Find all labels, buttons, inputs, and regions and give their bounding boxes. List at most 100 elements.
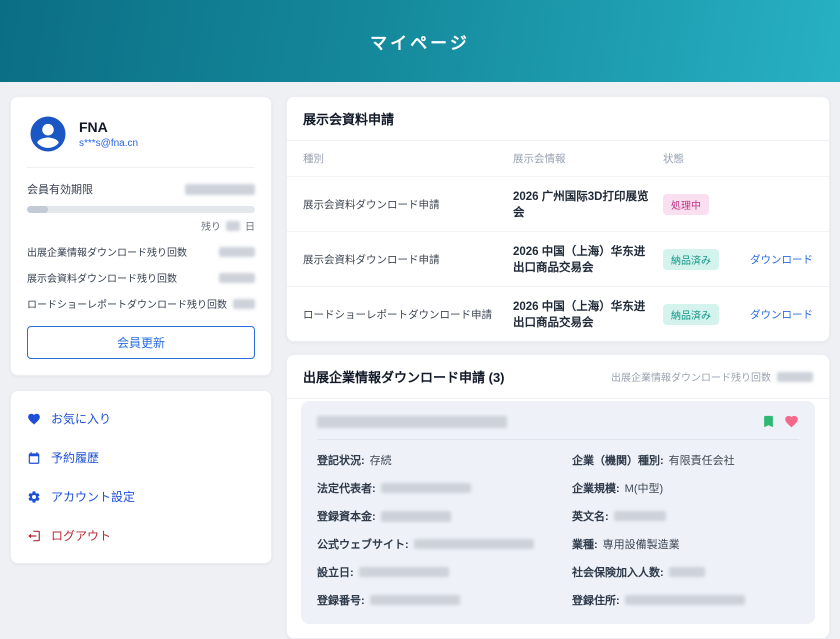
table-row: ロードショーレポートダウンロード申請 2026 中国（上海）华东进出口商品交易会… — [287, 287, 829, 341]
company-field: 設立日: — [317, 564, 544, 580]
menu-item-favorites[interactable]: お気に入り — [27, 399, 255, 438]
status-cell: 納品済み ダウンロード — [663, 304, 813, 325]
expo-name: 2026 广州国际3D打印展览会 — [513, 188, 653, 220]
company-field: 登記状況: 存続 — [317, 452, 544, 468]
field-value: 有限責任会社 — [669, 452, 735, 468]
company-fields: 登記状況: 存続 法定代表者: 登録資本金: 公式ウェブサイト: — [317, 440, 799, 608]
redacted-remaining-days — [226, 221, 240, 231]
profile-header: FNA s***s@fna.cn — [27, 113, 255, 168]
user-name: FNA — [79, 119, 138, 135]
company-field: 企業（機関）種別: 有限責任会社 — [572, 452, 799, 468]
menu-item-label: 予約履歴 — [51, 449, 99, 466]
counter-row: ロードショーレポートダウンロード残り回数 — [27, 296, 255, 311]
redacted-counter-value — [219, 247, 255, 257]
column-header-status: 状態 — [663, 151, 813, 166]
application-type: 展示会資料ダウンロード申請 — [303, 197, 503, 212]
company-field: 公式ウェブサイト: — [317, 536, 544, 552]
redacted-field-value — [614, 511, 666, 521]
download-link[interactable]: ダウンロード — [750, 252, 813, 267]
status-cell: 納品済み ダウンロード — [663, 249, 813, 270]
user-email: s***s@fna.cn — [79, 138, 138, 149]
membership-label: 会員有効期限 — [27, 181, 93, 197]
company-fields-left: 登記状況: 存続 法定代表者: 登録資本金: 公式ウェブサイト: — [317, 440, 544, 608]
company-field: 登録番号: — [317, 592, 544, 608]
user-avatar-icon — [27, 113, 69, 155]
redacted-counter-value — [219, 273, 255, 283]
calendar-icon — [27, 451, 41, 465]
company-field: 業種: 専用設備製造業 — [572, 536, 799, 552]
left-column: FNA s***s@fna.cn 会員有効期限 残り 日 出展企業情報ダウンロー… — [10, 96, 272, 564]
field-label: 登録住所: — [572, 592, 620, 608]
remaining-prefix: 残り — [201, 218, 221, 233]
menu-item-label: お気に入り — [51, 410, 111, 427]
redacted-field-value — [381, 483, 471, 493]
redacted-counter-value — [233, 299, 255, 309]
heart-icon[interactable] — [784, 414, 799, 429]
table-row: 展示会資料ダウンロード申請 2026 中国（上海）华东进出口商品交易会 納品済み… — [287, 232, 829, 287]
table-header-row: 種別 展示会情報 状態 — [287, 141, 829, 177]
company-actions — [761, 414, 799, 429]
bookmark-icon[interactable] — [761, 414, 776, 429]
company-field: 英文名: — [572, 508, 799, 524]
company-field: 企業規模: M(中型) — [572, 480, 799, 496]
expo-name: 2026 中国（上海）华东进出口商品交易会 — [513, 243, 653, 275]
section-title: 展示会資料申請 — [303, 109, 394, 128]
menu-card: お気に入り 予約履歴 アカウント設定 ログアウト — [10, 390, 272, 564]
redacted-company-name — [317, 416, 507, 428]
status-badge: 処理中 — [663, 194, 709, 215]
redacted-membership-date — [185, 184, 255, 195]
status-badge: 納品済み — [663, 249, 719, 270]
table-row: 展示会資料ダウンロード申請 2026 广州国际3D打印展览会 処理中 — [287, 177, 829, 232]
application-type: ロードショーレポートダウンロード申請 — [303, 307, 503, 322]
counter-label: 出展企業情報ダウンロード残り回数 — [27, 244, 187, 259]
redacted-field-value — [359, 567, 449, 577]
profile-card: FNA s***s@fna.cn 会員有効期限 残り 日 出展企業情報ダウンロー… — [10, 96, 272, 376]
company-field: 法定代表者: — [317, 480, 544, 496]
column-header-type: 種別 — [303, 151, 503, 166]
redacted-field-value — [669, 567, 705, 577]
heart-icon — [27, 412, 41, 426]
remaining-count-label: 出展企業情報ダウンロード残り回数 — [611, 369, 771, 384]
membership-progress — [27, 206, 255, 213]
remaining-suffix: 日 — [245, 218, 255, 233]
company-name-row — [317, 414, 799, 440]
company-info-card: 出展企業情報ダウンロード申請 (3) 出展企業情報ダウンロード残り回数 — [286, 354, 830, 639]
menu-item-reservation-history[interactable]: 予約履歴 — [27, 438, 255, 477]
redacted-field-value — [414, 539, 534, 549]
gear-icon — [27, 490, 41, 504]
renew-membership-button[interactable]: 会員更新 — [27, 326, 255, 359]
status-cell: 処理中 — [663, 194, 813, 215]
field-label: 設立日: — [317, 564, 354, 580]
field-value: 専用設備製造業 — [603, 536, 680, 552]
menu-item-account-settings[interactable]: アカウント設定 — [27, 477, 255, 516]
exhibition-applications-header: 展示会資料申請 — [287, 97, 829, 141]
field-label: 公式ウェブサイト: — [317, 536, 409, 552]
download-link[interactable]: ダウンロード — [750, 307, 813, 322]
field-label: 社会保険加入人数: — [572, 564, 664, 580]
redacted-field-value — [625, 595, 745, 605]
exhibition-applications-card: 展示会資料申請 種別 展示会情報 状態 展示会資料ダウンロード申請 2026 广… — [286, 96, 830, 342]
page-title: マイページ — [370, 29, 470, 54]
company-detail-panel: 登記状況: 存続 法定代表者: 登録資本金: 公式ウェブサイト: — [301, 401, 815, 624]
counter-label: ロードショーレポートダウンロード残り回数 — [27, 296, 227, 311]
counter-row: 出展企業情報ダウンロード残り回数 — [27, 244, 255, 259]
counter-label: 展示会資料ダウンロード残り回数 — [27, 270, 177, 285]
company-fields-right: 企業（機関）種別: 有限責任会社 企業規模: M(中型) 英文名: 業種: — [572, 440, 799, 608]
membership-progress-fill — [27, 206, 48, 213]
field-label: 登記状況: — [317, 452, 365, 468]
menu-item-label: アカウント設定 — [51, 488, 135, 505]
top-banner: マイページ — [0, 0, 840, 82]
company-info-header: 出展企業情報ダウンロード申請 (3) 出展企業情報ダウンロード残り回数 — [287, 355, 829, 399]
company-field: 登録住所: — [572, 592, 799, 608]
page-content: FNA s***s@fna.cn 会員有効期限 残り 日 出展企業情報ダウンロー… — [0, 82, 840, 639]
redacted-field-value — [370, 595, 460, 605]
status-badge: 納品済み — [663, 304, 719, 325]
membership-remaining: 残り 日 — [27, 218, 255, 233]
field-label: 企業規模: — [572, 480, 620, 496]
application-type: 展示会資料ダウンロード申請 — [303, 252, 503, 267]
field-value: M(中型) — [625, 480, 664, 496]
field-label: 法定代表者: — [317, 480, 376, 496]
redacted-field-value — [381, 511, 451, 522]
company-field: 登録資本金: — [317, 508, 544, 524]
field-label: 業種: — [572, 536, 598, 552]
